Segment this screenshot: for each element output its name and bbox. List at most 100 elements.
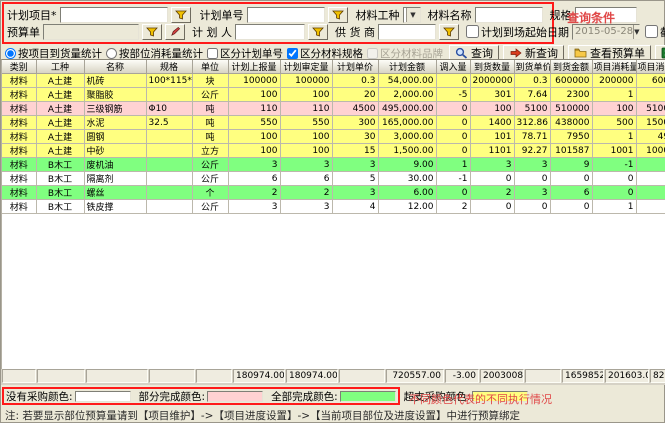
- cell: 60000: [636, 74, 665, 88]
- material-name-input[interactable]: [475, 7, 543, 23]
- cell: 0: [470, 172, 514, 186]
- summary-cell: 2003008.0: [480, 369, 524, 383]
- cell: 公斤: [192, 172, 228, 186]
- cell: 材料: [2, 144, 36, 158]
- column-header[interactable]: 单位: [192, 60, 228, 74]
- table-row[interactable]: 材料A土建圆钢吨100100303,000.00010178.717950149…: [2, 130, 665, 144]
- end-date-checkbox[interactable]: [645, 25, 658, 38]
- table-row[interactable]: 材料B木工废机油公斤3339.001339-1-2: [2, 158, 665, 172]
- cell: 100: [228, 144, 280, 158]
- legend-label: 没有采购颜色:: [6, 389, 73, 404]
- table-row[interactable]: 材料A土建中砂立方100100151,500.000110192.2710158…: [2, 144, 665, 158]
- table-row[interactable]: 材料B木工隔离剂公斤66530.00-100000: [2, 172, 665, 186]
- table-row[interactable]: 材料A土建聚脂胶公斤100100202,000.00-53017.6423001…: [2, 88, 665, 102]
- column-header[interactable]: 到货金额: [550, 60, 592, 74]
- cell: 100: [228, 130, 280, 144]
- cell: 6: [280, 172, 332, 186]
- material-grid: 类别工种名称规格单位计划上报量计划审定量计划单价计划金额调入量到货数量到货单价到…: [2, 60, 665, 214]
- cell: 中砂: [84, 144, 146, 158]
- cell: 30.00: [378, 172, 436, 186]
- cell: 0: [636, 186, 665, 200]
- cell: 2300: [550, 88, 592, 102]
- cell: 550: [280, 116, 332, 130]
- cell: 吨: [192, 102, 228, 116]
- cell: [146, 172, 192, 186]
- summary-cell: [149, 369, 195, 383]
- column-header[interactable]: 项目消耗金额: [636, 60, 665, 74]
- start-date-checkbox[interactable]: [466, 25, 479, 38]
- cell: 0: [550, 200, 592, 214]
- budget-input[interactable]: [43, 24, 139, 40]
- table-row[interactable]: 材料A土建水泥32.5吨550550300165,000.0001400312.…: [2, 116, 665, 130]
- column-header[interactable]: 调入量: [436, 60, 470, 74]
- cell: 5: [332, 172, 378, 186]
- column-header[interactable]: 计划审定量: [280, 60, 332, 74]
- summary-cell: [86, 369, 148, 383]
- cell: 0: [436, 74, 470, 88]
- cell: 3: [280, 200, 332, 214]
- cell: 2: [228, 186, 280, 200]
- plan-no-input[interactable]: [247, 7, 325, 23]
- cell: 0: [436, 186, 470, 200]
- cell: 1400: [470, 116, 514, 130]
- table-row[interactable]: 材料A土建机砖100*115*53块1000001000000.354,000.…: [2, 74, 665, 88]
- cell: 6.00: [378, 186, 436, 200]
- column-header[interactable]: 名称: [84, 60, 146, 74]
- cell: 6: [228, 172, 280, 186]
- table-row[interactable]: 材料A土建三级钢筋Φ10吨1101104500495,000.000100510…: [2, 102, 665, 116]
- budget-edit-button[interactable]: [165, 24, 185, 40]
- cell: 5100: [514, 102, 550, 116]
- cell: 公斤: [192, 200, 228, 214]
- column-header[interactable]: 计划单价: [332, 60, 378, 74]
- material-type-select[interactable]: ▼: [403, 7, 421, 23]
- cell: 0: [514, 172, 550, 186]
- plan-no-lookup-button[interactable]: [328, 7, 348, 23]
- cell: A土建: [36, 102, 84, 116]
- cell: 材料: [2, 130, 36, 144]
- supplier-input[interactable]: [378, 24, 436, 40]
- cell: 600000: [550, 74, 592, 88]
- column-header[interactable]: 类别: [2, 60, 36, 74]
- cell: 3: [332, 158, 378, 172]
- cell: 110: [280, 102, 332, 116]
- column-header[interactable]: 计划金额: [378, 60, 436, 74]
- column-header[interactable]: 规格: [146, 60, 192, 74]
- table-row[interactable]: 材料B木工螺丝个2236.00023600: [2, 186, 665, 200]
- cell: 0: [592, 172, 636, 186]
- cell: 300: [332, 116, 378, 130]
- summary-cell: [37, 369, 85, 383]
- plan-project-lookup-button[interactable]: [171, 7, 191, 23]
- cell: 495,000.00: [378, 102, 436, 116]
- supplier-lookup-button[interactable]: [439, 24, 459, 40]
- cell: 150000: [636, 116, 665, 130]
- planner-input[interactable]: [235, 24, 305, 40]
- cell: A土建: [36, 116, 84, 130]
- cell: 1: [592, 200, 636, 214]
- column-header[interactable]: 到货单价: [514, 60, 550, 74]
- planner-lookup-button[interactable]: [308, 24, 328, 40]
- chevron-down-icon[interactable]: ▼: [633, 25, 639, 39]
- legend-label: 全部完成颜色:: [271, 389, 338, 404]
- cell: 1: [592, 88, 636, 102]
- budget-lookup-button[interactable]: [142, 24, 162, 40]
- cell: 100087: [636, 144, 665, 158]
- cell: 1101: [470, 144, 514, 158]
- cell: 材料: [2, 102, 36, 116]
- column-header[interactable]: 工种: [36, 60, 84, 74]
- cell: 78.71: [514, 130, 550, 144]
- end-date-label: 截止日期: [660, 24, 665, 40]
- plan-project-input[interactable]: [60, 7, 168, 23]
- cell: 100: [228, 88, 280, 102]
- summary-cell: 1659852.0: [562, 369, 604, 383]
- summary-cell: 180974.00: [286, 369, 338, 383]
- cell: 92.27: [514, 144, 550, 158]
- summary-cell: 180974.00: [233, 369, 285, 383]
- table-row[interactable]: 材料B木工铁皮撑公斤33412.00200010: [2, 200, 665, 214]
- chevron-down-icon[interactable]: ▼: [406, 8, 420, 22]
- column-header[interactable]: 到货数量: [470, 60, 514, 74]
- cell: 3: [228, 158, 280, 172]
- column-header[interactable]: 项目消耗量: [592, 60, 636, 74]
- cell: 312.86: [514, 116, 550, 130]
- column-header[interactable]: 计划上报量: [228, 60, 280, 74]
- cell: 7950: [550, 130, 592, 144]
